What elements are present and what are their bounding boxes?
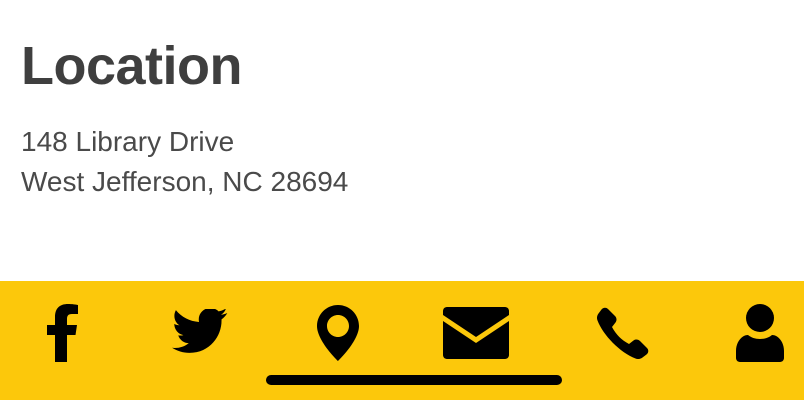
address-block: 148 Library Drive West Jefferson, NC 286… bbox=[21, 122, 348, 202]
user-icon bbox=[736, 304, 784, 362]
email-button[interactable] bbox=[440, 301, 512, 365]
home-indicator[interactable] bbox=[266, 375, 562, 385]
page-title: Location bbox=[21, 36, 243, 96]
address-line-1: 148 Library Drive bbox=[21, 126, 235, 157]
envelope-icon bbox=[443, 307, 509, 359]
twitter-icon bbox=[172, 309, 228, 353]
location-button[interactable] bbox=[310, 301, 366, 365]
facebook-button[interactable] bbox=[40, 301, 86, 365]
bottom-nav-bar bbox=[0, 281, 804, 400]
twitter-button[interactable] bbox=[168, 301, 232, 365]
phone-button[interactable] bbox=[594, 301, 652, 365]
facebook-icon bbox=[47, 304, 78, 362]
address-line-2: West Jefferson, NC 28694 bbox=[21, 166, 349, 197]
profile-button[interactable] bbox=[734, 301, 786, 365]
location-section: Location 148 Library Drive West Jefferso… bbox=[0, 0, 804, 281]
map-pin-icon bbox=[317, 305, 359, 361]
phone-icon bbox=[597, 307, 649, 359]
